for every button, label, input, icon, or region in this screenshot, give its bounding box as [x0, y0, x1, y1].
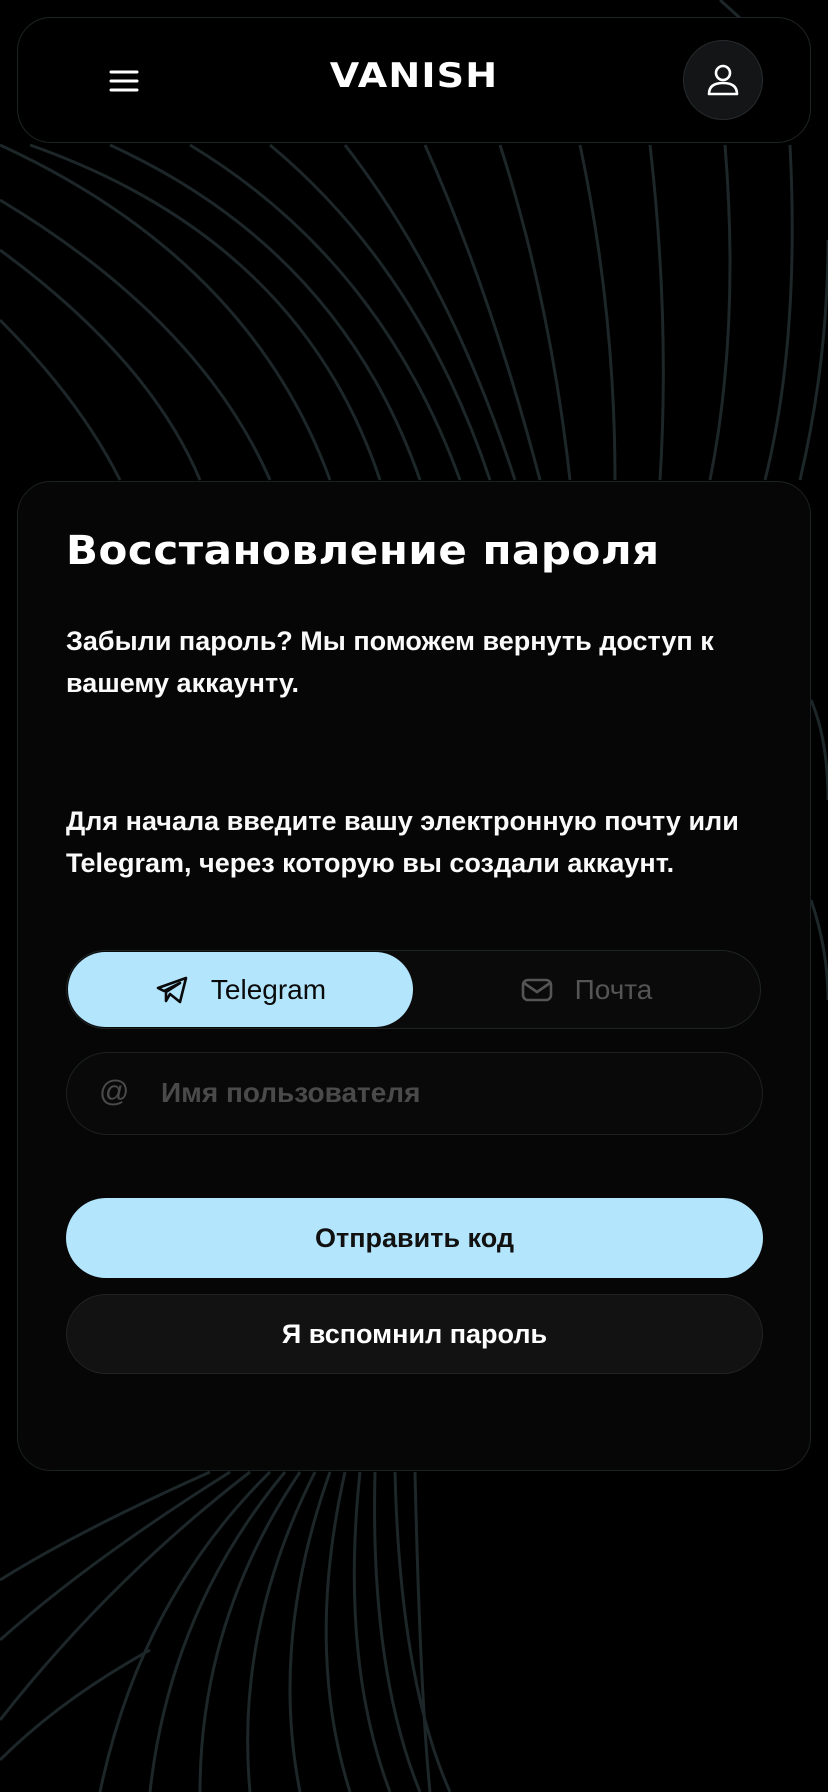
top-header: VANISH [17, 17, 811, 143]
password-recovery-card: Восстановление пароля Забыли пароль? Мы … [17, 481, 811, 1471]
user-icon [707, 64, 739, 96]
telegram-icon [156, 976, 188, 1003]
page: VANISH Восстановление пароля Забыли паро… [0, 0, 828, 1792]
username-input[interactable] [161, 1053, 741, 1133]
tab-telegram-label: Telegram [210, 973, 327, 1005]
method-tabs: Telegram Почта [66, 950, 761, 1029]
at-icon: @ [99, 1075, 130, 1108]
mail-icon [521, 978, 552, 1001]
instruction-text: Для начала введите вашу электронную почт… [66, 806, 739, 878]
tab-mail-label: Почта [574, 973, 653, 1005]
page-title: Восстановление пароля [66, 528, 660, 574]
send-code-button[interactable]: Отправить код [66, 1198, 763, 1278]
tab-telegram[interactable]: Telegram [68, 952, 413, 1027]
profile-button[interactable] [683, 40, 763, 120]
intro-text: Забыли пароль? Мы поможем вернуть доступ… [66, 626, 714, 698]
username-field: @ [66, 1052, 763, 1135]
tab-mail[interactable]: Почта [414, 952, 759, 1027]
remember-password-button[interactable]: Я вспомнил пароль [66, 1294, 763, 1374]
